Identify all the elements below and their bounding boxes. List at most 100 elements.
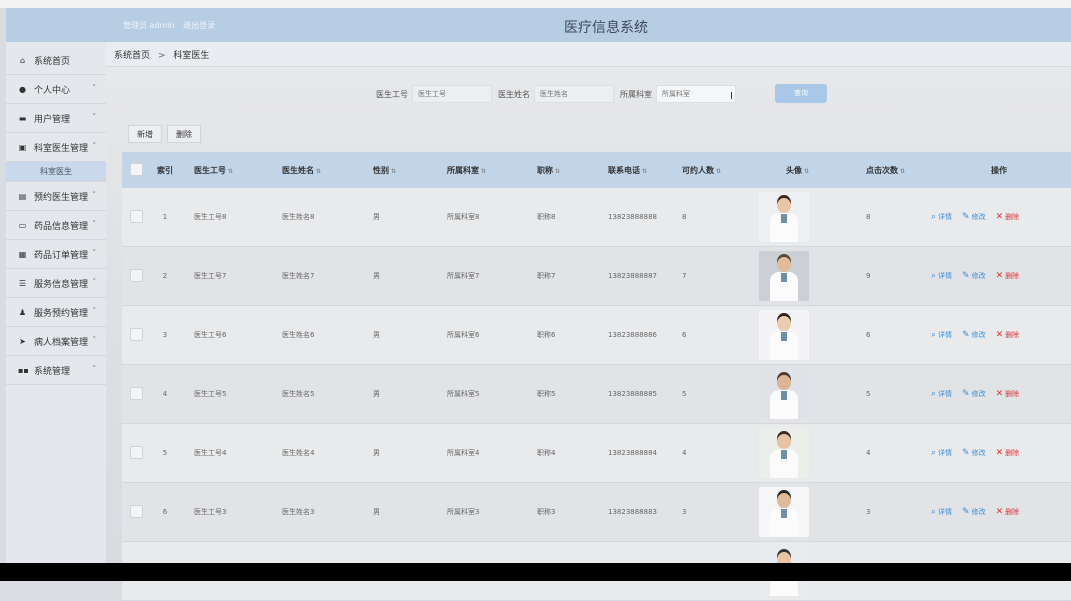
- doctor-avatar[interactable]: [759, 428, 809, 478]
- grid-icon: ▦: [18, 249, 27, 259]
- row-checkbox[interactable]: [130, 327, 143, 341]
- doctor-avatar[interactable]: [759, 369, 809, 419]
- delete-button[interactable]: 删除: [167, 125, 201, 143]
- delete-row-button[interactable]: ✕删除: [996, 389, 1020, 399]
- sort-icon: ⇅: [481, 167, 487, 175]
- col-appointments[interactable]: 可约人数 ⇅: [676, 165, 757, 176]
- doctor-avatar[interactable]: [759, 487, 809, 537]
- chevron-down-icon: ˅: [92, 113, 97, 121]
- sidebar-item-service-booking[interactable]: ♟ 服务预约管理 ˅: [6, 298, 106, 327]
- row-checkbox[interactable]: [130, 209, 143, 223]
- sidebar-item-appointments[interactable]: ▤ 预约医生管理 ˅: [6, 182, 106, 211]
- doctor-avatar[interactable]: [759, 251, 809, 301]
- sidebar-item-doctors[interactable]: ▣ 科室医生管理 ˄: [6, 133, 106, 162]
- doctor-id-label: 医生工号: [376, 89, 408, 99]
- department-input[interactable]: [656, 85, 736, 103]
- delete-row-button[interactable]: ✕删除: [996, 212, 1020, 222]
- view-button[interactable]: ⌕详情: [931, 212, 952, 222]
- search-icon: ⌕: [931, 507, 937, 517]
- home-icon: ⌂: [19, 55, 26, 65]
- cell-phone: 13823888887: [608, 272, 657, 280]
- view-button[interactable]: ⌕详情: [931, 507, 952, 517]
- avatar-collar-shape: [781, 509, 787, 518]
- person-icon: ♟: [18, 307, 27, 317]
- row-checkbox[interactable]: [130, 268, 143, 282]
- delete-row-button[interactable]: ✕删除: [996, 507, 1020, 517]
- search-icon: ⌕: [931, 448, 937, 458]
- cell-clicks: 4: [866, 449, 871, 457]
- cell-department: 所属科室5: [447, 390, 480, 398]
- sidebar-item-profile[interactable]: ● 个人中心 ˅: [6, 75, 106, 104]
- cell-doctor-id: 医生工号6: [194, 331, 227, 339]
- add-button[interactable]: 新增: [128, 125, 162, 143]
- view-button[interactable]: ⌕详情: [931, 389, 952, 399]
- sidebar-item-label: 科室医生管理: [34, 143, 89, 154]
- sidebar-item-drugs[interactable]: ▭ 药品信息管理 ˅: [6, 211, 106, 240]
- sidebar: ⌂ 系统首页 ● 个人中心 ˅ ▬ 用户管理 ˅ ▣ 科室医生管理 ˄ 科室医生…: [6, 8, 107, 563]
- avatar-head-shape: [777, 316, 791, 331]
- cell-gender: 男: [373, 213, 380, 221]
- row-checkbox[interactable]: [130, 504, 143, 518]
- view-button[interactable]: ⌕详情: [931, 271, 952, 281]
- sidebar-item-services[interactable]: ☰ 服务信息管理 ˅: [6, 269, 106, 298]
- cell-select: [122, 504, 151, 520]
- sidebar-item-system[interactable]: ▪▪ 系统管理 ˅: [6, 356, 106, 385]
- sidebar-item-users[interactable]: ▬ 用户管理 ˅: [6, 104, 106, 133]
- sidebar-item-label: 药品订单管理: [34, 250, 89, 261]
- cell-gender: 男: [373, 508, 380, 516]
- sidebar-item-label: 用户管理: [34, 114, 71, 125]
- col-index: 索引: [157, 165, 173, 175]
- cell-index: 4: [162, 390, 168, 398]
- cell-select: [122, 268, 151, 284]
- sidebar-subitem-department-doctors[interactable]: 科室医生: [6, 162, 106, 182]
- cell-title: 职称8: [537, 213, 556, 221]
- table-body: 1 医生工号8 医生姓名8 男所属科室8 职称8 13823888888 8 8 ⌕ 详情 ✎ 修改 ✕…: [122, 188, 1071, 601]
- user-icon: ●: [19, 84, 26, 94]
- col-avatar[interactable]: 头像 ⇅: [757, 165, 842, 176]
- col-title[interactable]: 职称 ⇅: [519, 165, 600, 176]
- col-doctor-name[interactable]: 医生姓名 ⇅: [267, 165, 357, 176]
- edit-label: 修改: [971, 213, 986, 221]
- col-phone[interactable]: 联系电话 ⇅: [600, 165, 676, 176]
- row-checkbox[interactable]: [130, 386, 143, 400]
- edit-button[interactable]: ✎修改: [962, 507, 986, 517]
- delete-row-button[interactable]: ✕删除: [996, 448, 1020, 458]
- edit-button[interactable]: ✎修改: [962, 271, 986, 281]
- view-button[interactable]: ⌕详情: [931, 448, 952, 458]
- close-icon: ✕: [995, 330, 1004, 340]
- breadcrumb-home[interactable]: 系统首页: [114, 51, 150, 61]
- cell-clicks: 9: [866, 272, 871, 280]
- view-label: 详情: [938, 272, 953, 280]
- edit-button[interactable]: ✎修改: [962, 212, 986, 222]
- doctor-id-input[interactable]: [412, 85, 492, 103]
- view-label: 详情: [938, 508, 953, 516]
- edit-button[interactable]: ✎修改: [962, 448, 986, 458]
- col-clicks[interactable]: 点击次数 ⇅: [842, 165, 931, 176]
- doctor-avatar[interactable]: [759, 310, 809, 360]
- delete-label: 删除: [1005, 390, 1020, 398]
- doctor-name-input[interactable]: [534, 85, 614, 103]
- cell-avatar: [757, 310, 842, 360]
- cell-doctor-name: 医生姓名7: [282, 272, 315, 280]
- edit-button[interactable]: ✎修改: [962, 330, 986, 340]
- cell-department: 所属科室7: [447, 272, 480, 280]
- col-department[interactable]: 所属科室 ⇅: [437, 165, 519, 176]
- close-icon: ✕: [995, 271, 1004, 281]
- edit-button[interactable]: ✎修改: [962, 389, 986, 399]
- delete-row-button[interactable]: ✕删除: [996, 271, 1020, 281]
- sidebar-item-patient-records[interactable]: ➤ 病人档案管理 ˅: [6, 327, 106, 356]
- view-label: 详情: [938, 449, 953, 457]
- cell-gender: 男: [373, 272, 380, 280]
- query-button[interactable]: 查询: [775, 84, 827, 103]
- select-all-checkbox[interactable]: [130, 162, 143, 176]
- pencil-icon: ✎: [962, 507, 970, 517]
- col-doctor-id[interactable]: 医生工号 ⇅: [179, 165, 267, 176]
- row-checkbox[interactable]: [130, 445, 143, 459]
- doctor-avatar[interactable]: [759, 192, 809, 242]
- sidebar-item-drug-orders[interactable]: ▦ 药品订单管理 ˅: [6, 240, 106, 269]
- delete-row-button[interactable]: ✕删除: [996, 330, 1020, 340]
- col-gender[interactable]: 性别 ⇅: [357, 165, 437, 176]
- cell-avatar: [757, 428, 842, 478]
- sidebar-item-home[interactable]: ⌂ 系统首页: [6, 46, 106, 75]
- view-button[interactable]: ⌕详情: [931, 330, 952, 340]
